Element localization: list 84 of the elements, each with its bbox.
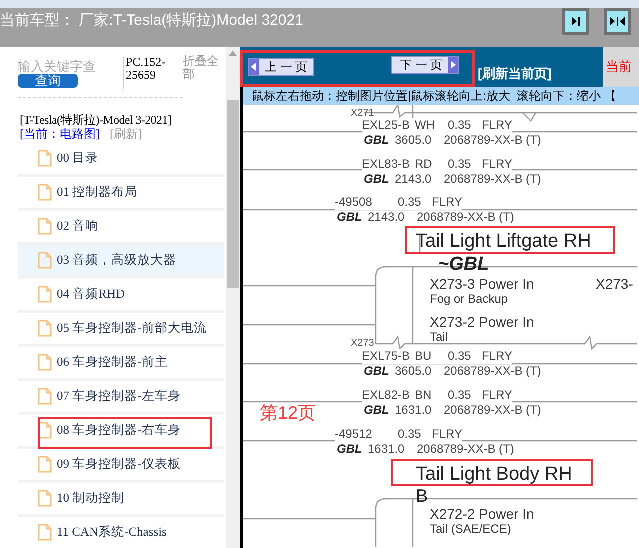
- document-icon: [38, 456, 52, 473]
- refresh-page-link[interactable]: [刷新当前页]: [478, 64, 552, 84]
- tree-item[interactable]: 08 车身控制器-右车身: [18, 415, 224, 449]
- wire-length: 1631.0: [368, 442, 406, 457]
- pin-name: X272-2 Power In: [430, 505, 534, 524]
- connector-label: X273: [351, 337, 374, 351]
- wire-code: -49512: [335, 427, 398, 442]
- wire-gauge: 0.35: [398, 195, 432, 210]
- wire-length: 3605.0: [395, 133, 433, 148]
- query-button[interactable]: 查询: [18, 74, 78, 88]
- arrow-bar-icon: [570, 16, 581, 27]
- wire-type: FLRY: [482, 118, 512, 133]
- wire-gauge: 0.35: [448, 349, 482, 364]
- scrollbar-thumb[interactable]: [227, 100, 239, 288]
- model-label: [T-Tesla(特斯拉)-Model 3-2021]: [20, 113, 172, 127]
- wire-part-number: 2068789-XX-B (T): [417, 442, 514, 457]
- part-code: PC.152-25659: [126, 56, 167, 82]
- current-view-label: [当前：电路图]: [20, 127, 100, 141]
- document-icon: [38, 184, 52, 201]
- wire-part-number: 2068789-XX-B (T): [444, 172, 542, 187]
- notice-text: 当前: [606, 58, 632, 76]
- component-suffix: ~GBL: [438, 253, 490, 277]
- wire-code: EXL83-B: [362, 157, 415, 172]
- wire-type: FLRY: [432, 427, 462, 442]
- wire-material: GBL: [364, 133, 390, 148]
- wire-gauge: 0.35: [448, 388, 482, 403]
- wire-type: FLRY: [482, 388, 512, 403]
- wire-length: 1631.0: [395, 403, 433, 418]
- pin-function: Tail: [430, 329, 448, 346]
- document-icon: [38, 524, 52, 541]
- wire-type: FLRY: [432, 195, 462, 210]
- wire-material: GBL: [337, 442, 364, 457]
- document-icon: [38, 252, 52, 269]
- wire-material: GBL: [337, 210, 364, 225]
- wire-length: 3605.0: [395, 364, 433, 379]
- wire-color-code: WH: [415, 118, 448, 133]
- pin-name: X273-2 Power In: [430, 313, 534, 332]
- pin-name: X273-3 Power In: [430, 275, 534, 294]
- pin-function: Tail (SAE/ECE): [430, 521, 512, 538]
- component-name: Tail Light Body RH: [416, 463, 572, 487]
- wire-part-number: 2068789-XX-B (T): [444, 403, 542, 418]
- pin-function: Fog or Backup: [430, 291, 508, 308]
- document-icon: [38, 320, 52, 337]
- wire-material: GBL: [364, 403, 390, 418]
- component-suffix: B: [416, 485, 428, 508]
- search-field[interactable]: 输入关键字查: [18, 55, 118, 75]
- wire-code: EXL75-B: [362, 349, 415, 364]
- wire-gauge: 0.35: [448, 157, 482, 172]
- wire-color-code: BU: [415, 349, 448, 364]
- expand-panel-button[interactable]: [562, 8, 589, 35]
- document-icon: [38, 354, 52, 371]
- wire-length: 2143.0: [368, 210, 406, 225]
- scroll-up-icon: [229, 51, 237, 56]
- document-icon: [38, 388, 52, 405]
- split-panel-button[interactable]: [604, 8, 631, 35]
- wire-part-number: 2068789-XX-B (T): [444, 133, 542, 148]
- double-arrow-icon: [610, 16, 625, 27]
- wire-color-code: BN: [415, 388, 448, 403]
- wire-gauge: 0.35: [448, 118, 482, 133]
- wire-part-number: 2068789-XX-B (T): [444, 364, 542, 379]
- tree-item[interactable]: 03 音频，高级放大器: [18, 245, 224, 279]
- wire-code: -49508: [335, 195, 398, 210]
- wire-length: 2143.0: [395, 172, 433, 187]
- pin-name: X273-: [596, 275, 634, 294]
- document-icon: [38, 422, 52, 439]
- scrollbar[interactable]: [226, 47, 240, 548]
- wire-material: GBL: [364, 364, 390, 379]
- wire-code: EXL25-B: [362, 118, 415, 133]
- hint-text: 鼠标左右拖动：控制图片位置|鼠标滚轮向上:放大 滚轮向下：缩小 【: [252, 88, 616, 105]
- component-name: Tail Light Liftgate RH: [416, 230, 592, 254]
- wire-type: FLRY: [482, 349, 512, 364]
- wire-code: EXL82-B: [362, 388, 415, 403]
- document-icon: [38, 490, 52, 507]
- wire-gauge: 0.35: [398, 427, 432, 442]
- wire-color-code: RD: [415, 157, 448, 172]
- page-number-label: 第12页: [260, 402, 316, 425]
- document-icon: [38, 218, 52, 235]
- document-icon: [38, 150, 52, 167]
- wire-part-number: 2068789-XX-B (T): [417, 210, 514, 225]
- wire-material: GBL: [364, 172, 390, 187]
- document-icon: [38, 286, 52, 303]
- wire-type: FLRY: [482, 157, 512, 172]
- vehicle-title: 当前车型： 厂家:T-Tesla(特斯拉)Model 32021: [0, 11, 304, 31]
- connector-label: X271: [351, 107, 374, 120]
